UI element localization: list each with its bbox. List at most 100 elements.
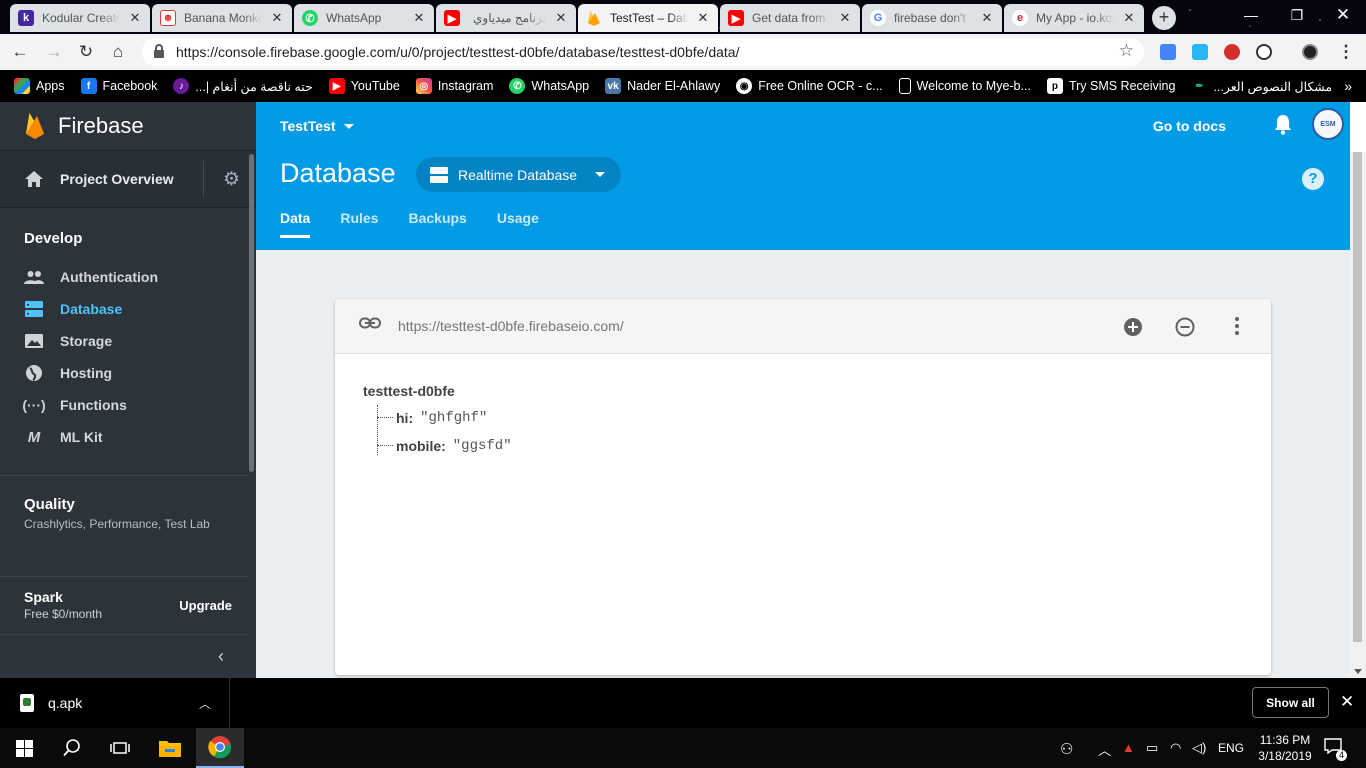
restore-icon[interactable]: ❐ <box>1274 0 1320 30</box>
profile-avatar-icon[interactable] <box>1302 44 1318 60</box>
sidebar-item-functions[interactable]: (···) Functions <box>0 389 256 421</box>
browser-tab-firebase[interactable]: TestTest – Database ✕ <box>578 4 718 32</box>
minimize-icon[interactable]: — <box>1228 0 1274 30</box>
close-tab-icon[interactable]: ✕ <box>270 10 284 26</box>
more-vert-icon[interactable] <box>1235 317 1239 335</box>
bookmark-youtube[interactable]: ▶ YouTube <box>328 78 400 94</box>
bookmark-music[interactable]: ♪ حته ناقصة من أنغام |... <box>173 78 313 94</box>
close-download-bar-icon[interactable]: ✕ <box>1340 692 1354 712</box>
bookmark-ocr[interactable]: ◉ Free Online OCR - c... <box>736 78 883 94</box>
tree-node[interactable]: hi: "ghfghf" <box>377 408 512 427</box>
database-type-selector[interactable]: Realtime Database <box>416 157 622 192</box>
reload-icon[interactable]: ↻ <box>74 40 98 64</box>
download-item[interactable]: q.apk ︿ <box>0 678 230 728</box>
globe-icon <box>24 364 44 382</box>
sidebar-scrollbar[interactable] <box>249 154 254 472</box>
settings-gear-icon[interactable]: ⚙ <box>223 168 240 191</box>
people-icon[interactable]: ⚇ <box>1060 740 1073 758</box>
bookmark-mye[interactable]: Welcome to Mye-b... <box>898 78 1031 94</box>
block-extension-icon[interactable] <box>1256 44 1272 60</box>
sidebar-item-ml-kit[interactable]: M ML Kit <box>0 421 256 453</box>
node-value[interactable]: "ggsfd" <box>453 438 512 454</box>
forward-icon[interactable]: → <box>42 40 66 64</box>
youtube-icon: ▶ <box>728 10 744 26</box>
remove-node-icon[interactable] <box>1175 317 1195 337</box>
windows-start-icon[interactable] <box>0 728 48 768</box>
close-tab-icon[interactable]: ✕ <box>980 10 994 26</box>
close-tab-icon[interactable]: ✕ <box>838 10 852 26</box>
close-tab-icon[interactable]: ✕ <box>696 10 710 26</box>
translate-extension-icon[interactable] <box>1160 44 1176 60</box>
sidebar-item-hosting[interactable]: Hosting <box>0 357 256 389</box>
close-tab-icon[interactable]: ✕ <box>128 10 142 26</box>
tab-backups[interactable]: Backups <box>408 210 466 238</box>
battery-icon[interactable]: ▭ <box>1146 740 1158 756</box>
browser-tab-youtube-2[interactable]: ▶ Get data from Firebase ✕ <box>720 4 860 32</box>
close-tab-icon[interactable]: ✕ <box>1122 10 1136 26</box>
sidebar-item-authentication[interactable]: Authentication <box>0 261 256 293</box>
address-bar[interactable]: https://console.firebase.google.com/u/0/… <box>142 38 1144 66</box>
notifications-bell-icon[interactable] <box>1274 115 1292 140</box>
home-icon[interactable]: ⌂ <box>106 40 130 64</box>
show-all-button[interactable]: Show all <box>1252 687 1329 718</box>
firebase-logo[interactable]: Firebase <box>0 102 256 150</box>
tree-node[interactable]: mobile: "ggsfd" <box>377 436 512 455</box>
back-icon[interactable]: ← <box>8 40 32 64</box>
chevron-down-icon <box>595 172 606 177</box>
chevron-up-icon[interactable]: ︿ <box>1098 740 1111 759</box>
add-child-icon[interactable] <box>1123 317 1143 337</box>
bookmark-label: Free Online OCR - c... <box>758 79 883 93</box>
quality-section[interactable]: Quality Crashlytics, Performance, Test L… <box>0 476 256 531</box>
chevron-left-icon[interactable]: ‹ <box>218 646 224 667</box>
browser-tab-banana[interactable]: ☻ Banana Monkey ✕ <box>152 4 292 32</box>
browser-tab-youtube[interactable]: ▶ برنامج ميدياوي ✕ <box>436 4 576 32</box>
project-selector[interactable]: TestTest <box>280 118 354 134</box>
close-window-icon[interactable]: ✕ <box>1320 0 1366 30</box>
account-avatar[interactable]: ESM <box>1312 108 1344 140</box>
chrome-menu-icon[interactable]: ⋮ <box>1334 40 1358 64</box>
browser-tab-kodular[interactable]: k Kodular Creator ✕ <box>10 4 150 32</box>
bookmark-facebook[interactable]: f Facebook <box>80 78 157 94</box>
search-icon[interactable] <box>48 728 96 768</box>
bookmark-vk[interactable]: vk Nader El-Ahlawy <box>605 78 720 94</box>
input-language[interactable]: ENG <box>1218 741 1244 755</box>
bookmark-apps[interactable]: Apps <box>14 78 65 94</box>
antivirus-icon[interactable]: ▲ <box>1122 740 1135 755</box>
database-url[interactable]: https://testtest-d0bfe.firebaseio.com/ <box>398 318 624 334</box>
adblock-extension-icon[interactable] <box>1224 44 1240 60</box>
browser-tab-whatsapp[interactable]: ✆ WhatsApp ✕ <box>294 4 434 32</box>
bookmark-sms[interactable]: p Try SMS Receiving <box>1046 78 1175 94</box>
wifi-icon[interactable]: ◠ <box>1170 740 1181 756</box>
brand-name: Firebase <box>58 113 144 138</box>
sidebar-item-storage[interactable]: Storage <box>0 325 256 357</box>
system-clock[interactable]: 11:36 PM 3/18/2019 <box>1254 732 1316 764</box>
bookmark-instagram[interactable]: ◎ Instagram <box>415 78 493 94</box>
go-to-docs-link[interactable]: Go to docs <box>1153 118 1226 134</box>
sidebar-item-database[interactable]: Database <box>0 293 256 325</box>
chrome-taskbar-icon[interactable] <box>196 728 244 768</box>
chevron-up-icon[interactable]: ︿ <box>199 695 211 712</box>
tab-usage[interactable]: Usage <box>497 210 539 238</box>
bookmark-star-icon[interactable]: ☆ <box>1119 41 1134 61</box>
close-tab-icon[interactable]: ✕ <box>412 10 426 26</box>
bookmark-whatsapp[interactable]: ✆ WhatsApp <box>509 78 589 94</box>
node-value[interactable]: "ghfghf" <box>420 410 487 426</box>
task-view-icon[interactable] <box>96 728 144 768</box>
close-tab-icon[interactable]: ✕ <box>554 10 568 26</box>
new-tab-button[interactable]: + <box>1152 6 1176 30</box>
tff-extension-icon[interactable] <box>1192 44 1208 60</box>
tab-data[interactable]: Data <box>280 210 311 238</box>
bookmark-label: Nader El-Ahlawy <box>627 79 721 93</box>
file-explorer-icon[interactable] <box>146 728 194 768</box>
browser-tab-myapp[interactable]: e My App - io.kodular ✕ <box>1004 4 1144 32</box>
help-icon[interactable]: ? <box>1302 168 1324 190</box>
bookmark-mishkal[interactable]: ✒ مشكال النصوص العر... <box>1191 78 1332 94</box>
tab-rules[interactable]: Rules <box>340 210 378 238</box>
page-scrollbar[interactable] <box>1350 152 1366 678</box>
upgrade-button[interactable]: Upgrade <box>179 598 232 613</box>
more-bookmarks-icon[interactable]: » <box>1344 78 1352 94</box>
volume-icon[interactable]: ◁) <box>1192 740 1206 756</box>
tree-root-key[interactable]: testtest-d0bfe <box>363 383 512 399</box>
browser-tab-google[interactable]: G firebase don't ✕ <box>862 4 1002 32</box>
project-overview-link[interactable]: Project Overview ⚙ <box>0 151 256 207</box>
